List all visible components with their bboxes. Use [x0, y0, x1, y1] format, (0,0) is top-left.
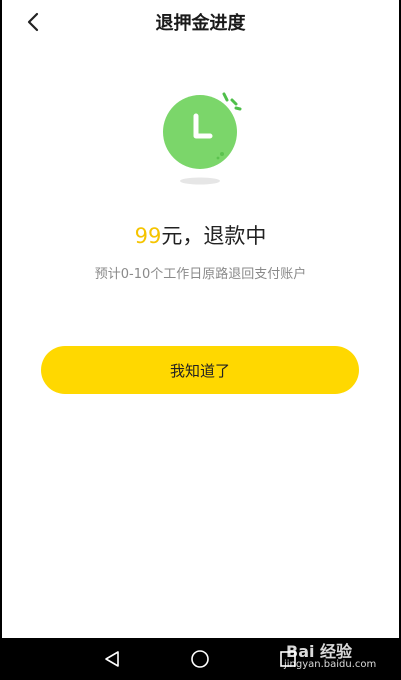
got-it-button[interactable]: 我知道了 — [41, 346, 359, 394]
watermark-sub: jingyan.baidu.com — [284, 659, 377, 670]
clock-illustration — [156, 86, 248, 186]
header: 退押金进度 — [0, 0, 401, 44]
refund-eta-text: 预计0-10个工作日原路退回支付账户 — [94, 267, 307, 282]
page-title: 退押金进度 — [155, 13, 246, 34]
triangle-back-icon — [105, 651, 119, 667]
refund-status: 99元，退款中 — [0, 220, 401, 250]
refund-status-text: 元，退款中 — [161, 224, 267, 248]
watermark: Bai 经验 jingyan.baidu.com — [284, 638, 396, 678]
nav-home-button[interactable] — [190, 649, 210, 669]
circle-home-icon — [191, 650, 209, 668]
clock-icon — [163, 92, 242, 185]
nav-back-button[interactable] — [102, 649, 122, 669]
refund-amount: 99 — [134, 224, 162, 248]
